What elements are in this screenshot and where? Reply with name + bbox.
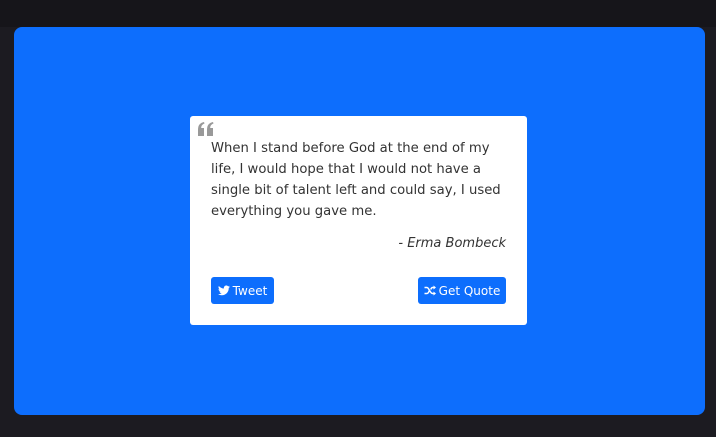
quote-text: When I stand before God at the end of my… <box>211 141 501 219</box>
quote-box: When I stand before God at the end of my… <box>190 116 527 325</box>
twitter-icon <box>217 285 230 296</box>
get-quote-button[interactable]: Get Quote <box>418 277 506 304</box>
tweet-button-label: Tweet <box>232 283 268 298</box>
right-edge <box>704 50 716 437</box>
quote-left-icon <box>198 122 214 136</box>
get-quote-button-label: Get Quote <box>438 283 501 298</box>
top-bar <box>0 0 716 27</box>
quote-author: - Erma Bombeck <box>398 236 506 251</box>
shuffle-icon <box>424 285 436 296</box>
app-frame: When I stand before God at the end of my… <box>0 0 716 437</box>
tweet-button[interactable]: Tweet <box>211 277 274 304</box>
